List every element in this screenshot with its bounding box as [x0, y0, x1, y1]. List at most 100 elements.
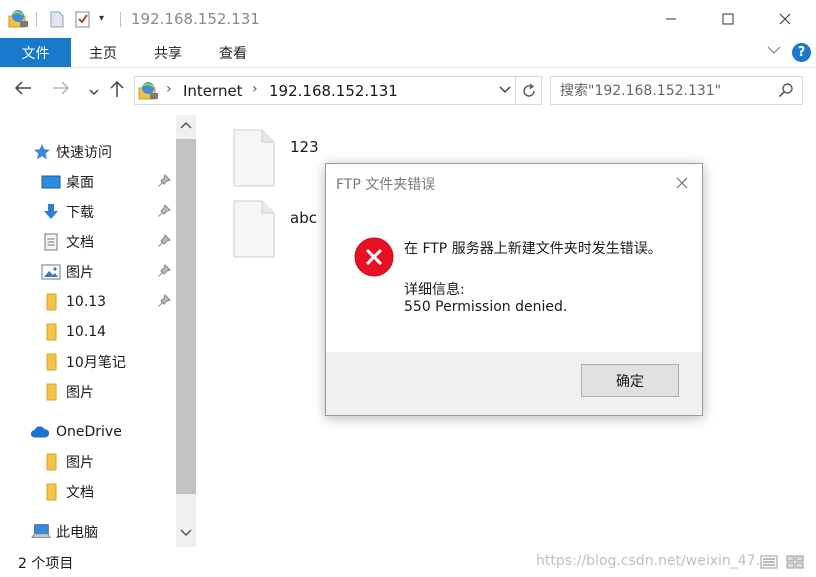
breadcrumb-separator-icon[interactable]: › — [166, 81, 172, 97]
documents-icon — [41, 232, 61, 252]
sidebar-item-october-notes[interactable]: 10月笔记 — [0, 348, 176, 376]
watermark: https://blog.csdn.net/weixin_47... — [536, 553, 769, 569]
error-message: 在 FTP 服务器上新建文件夹时发生错误。 — [404, 241, 662, 257]
up-arrow-icon — [110, 80, 124, 97]
new-folder-check-icon[interactable] — [75, 10, 91, 32]
sidebar-item-label: 桌面 — [66, 175, 94, 191]
breadcrumb-host[interactable]: 192.168.152.131 — [269, 82, 398, 100]
sidebar-item-quick-access[interactable]: 快速访问 — [0, 138, 176, 166]
cloud-icon — [30, 422, 50, 442]
close-button[interactable] — [756, 0, 814, 38]
dialog-close-button[interactable] — [670, 172, 694, 194]
help-icon[interactable]: ? — [792, 43, 811, 62]
scroll-down-icon[interactable] — [180, 529, 192, 540]
customize-dropdown-icon[interactable]: ▾ — [99, 13, 104, 24]
title-bar: ▾ 192.168.152.131 — [0, 0, 816, 38]
sidebar-item-label: 10.14 — [66, 324, 107, 340]
sidebar-item-pictures[interactable]: 图片 — [0, 258, 176, 286]
folder-icon — [41, 452, 61, 472]
sidebar-scrollbar[interactable] — [176, 115, 196, 547]
file-icon — [233, 129, 275, 191]
details-view-icon[interactable] — [760, 555, 778, 573]
tab-share[interactable]: 共享 — [143, 38, 193, 67]
error-detail: 550 Permission denied. — [404, 299, 568, 315]
close-icon — [676, 177, 688, 189]
sidebar-item-label: 文档 — [66, 485, 94, 501]
maximize-button[interactable] — [699, 0, 757, 38]
expand-ribbon-icon[interactable] — [767, 44, 781, 59]
sidebar-item-onedrive-documents[interactable]: 文档 — [0, 478, 176, 506]
sidebar-item-pictures-folder[interactable]: 图片 — [0, 378, 176, 406]
sidebar-item-label: OneDrive — [56, 424, 122, 440]
network-drive-icon[interactable] — [8, 9, 30, 29]
file-icon — [233, 200, 275, 262]
sidebar-item-onedrive-pictures[interactable]: 图片 — [0, 448, 176, 476]
star-icon — [32, 142, 52, 162]
forward-arrow-icon — [53, 81, 70, 95]
sidebar-item-label: 快速访问 — [56, 145, 112, 161]
sidebar-item-downloads[interactable]: 下载 — [0, 198, 176, 226]
desktop-icon — [41, 172, 61, 192]
folder-icon — [41, 292, 61, 312]
file-name: 123 — [290, 138, 319, 156]
computer-icon — [31, 522, 51, 542]
refresh-icon — [523, 82, 535, 97]
back-button[interactable] — [14, 80, 32, 101]
breadcrumb-separator-icon[interactable]: › — [252, 81, 258, 97]
file-name: abc — [290, 209, 317, 227]
sidebar-item-10-13[interactable]: 10.13 — [0, 288, 176, 316]
forward-button[interactable] — [52, 80, 70, 101]
sidebar-item-documents[interactable]: 文档 — [0, 228, 176, 256]
back-arrow-icon — [14, 81, 31, 95]
window-title: 192.168.152.131 — [131, 10, 260, 28]
properties-icon[interactable] — [50, 11, 64, 32]
dialog-body: 在 FTP 服务器上新建文件夹时发生错误。 详细信息: 550 Permissi… — [326, 202, 702, 352]
tab-file[interactable]: 文件 — [0, 38, 71, 67]
sidebar-item-label: 10.13 — [66, 294, 107, 310]
sidebar-item-onedrive[interactable]: OneDrive — [0, 418, 176, 446]
folder-icon — [41, 352, 61, 372]
navigation-bar: › Internet › 192.168.152.131 — [0, 68, 816, 115]
minimize-button[interactable] — [642, 0, 700, 38]
error-icon — [354, 237, 394, 281]
maximize-icon — [722, 13, 734, 25]
network-location-icon — [138, 81, 160, 105]
detail-label: 详细信息: — [404, 282, 465, 298]
divider — [36, 12, 37, 27]
address-bar[interactable]: › Internet › 192.168.152.131 — [134, 76, 542, 105]
sidebar-item-label: 文档 — [66, 235, 94, 251]
sidebar-item-10-14[interactable]: 10.14 — [0, 318, 176, 346]
pin-icon[interactable] — [157, 294, 171, 312]
search-input[interactable] — [551, 77, 771, 104]
up-button[interactable] — [110, 80, 124, 103]
close-icon — [779, 13, 791, 25]
tab-view[interactable]: 查看 — [208, 38, 258, 67]
sidebar-item-desktop[interactable]: 桌面 — [0, 168, 176, 196]
folder-icon — [41, 382, 61, 402]
folder-icon — [41, 322, 61, 342]
ok-button[interactable]: 确定 — [581, 364, 679, 397]
navigation-pane: 快速访问 桌面 下载 文档 图片 10.13 10.14 10月笔记 图片 On… — [0, 115, 196, 547]
sidebar-item-label: 图片 — [66, 455, 94, 471]
address-dropdown-icon[interactable] — [499, 83, 511, 97]
dialog-title: FTP 文件夹错误 — [336, 177, 436, 193]
scrollbar-thumb[interactable] — [176, 139, 196, 494]
scroll-up-icon[interactable] — [180, 121, 192, 132]
divider — [120, 12, 121, 27]
minimize-icon — [666, 18, 676, 20]
ftp-error-dialog: FTP 文件夹错误 在 FTP 服务器上新建文件夹时发生错误。 详细信息: 55… — [325, 163, 703, 416]
pin-icon[interactable] — [157, 264, 171, 282]
pictures-icon — [41, 262, 61, 282]
breadcrumb-internet[interactable]: Internet — [183, 82, 243, 100]
folder-icon — [41, 482, 61, 502]
sidebar-item-this-pc[interactable]: 此电脑 — [0, 518, 176, 546]
large-icons-view-icon[interactable] — [786, 555, 804, 573]
pin-icon[interactable] — [157, 204, 171, 222]
tab-home[interactable]: 主页 — [78, 38, 128, 67]
recent-locations-button[interactable] — [89, 83, 99, 103]
search-box[interactable] — [550, 76, 803, 105]
pin-icon[interactable] — [157, 174, 171, 192]
refresh-button[interactable] — [515, 77, 542, 104]
pin-icon[interactable] — [157, 234, 171, 252]
search-icon[interactable] — [778, 82, 794, 102]
